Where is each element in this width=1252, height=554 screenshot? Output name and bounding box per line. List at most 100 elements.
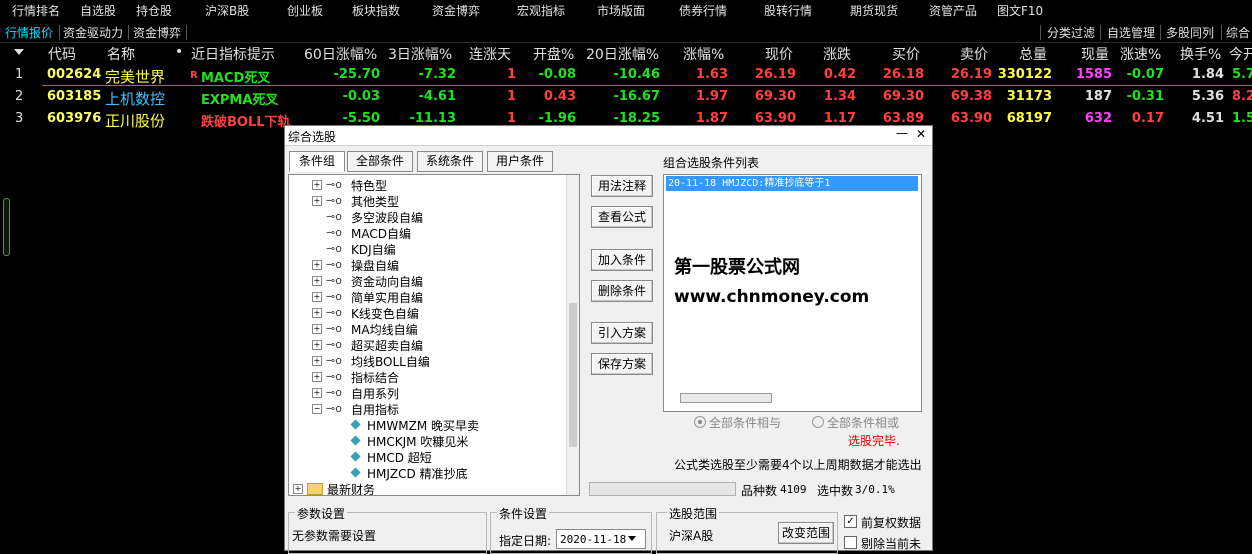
tab-fenlei-guolv[interactable]: 分类过滤: [1044, 24, 1098, 41]
menu-zijin-boyi[interactable]: 资金博弈: [432, 2, 480, 19]
count-value: 4109: [780, 483, 807, 496]
change-range-button[interactable]: 改变范围: [778, 522, 834, 544]
menu-chicanggu[interactable]: 持仓股: [136, 2, 172, 19]
menu-hushen-b[interactable]: 沪深B股: [205, 2, 249, 19]
change-value: 1.17: [823, 111, 856, 126]
usage-notes-button[interactable]: 用法注释: [591, 175, 653, 197]
menu-guzhuan-hangqing[interactable]: 股转行情: [764, 2, 812, 19]
tree-scrollbar[interactable]: [566, 175, 579, 495]
condition-tree[interactable]: + ⊸o 特色型 + ⊸o 其他类型 ⊸o 多空波段自编 ⊸o MACD自编 ⊸o KDJ自编…: [288, 174, 580, 496]
radio-and[interactable]: [694, 416, 706, 428]
tab-duogu-tonglie[interactable]: 多股同列: [1163, 24, 1217, 41]
col-price[interactable]: 现价: [765, 44, 793, 64]
menu-zhaiquan-hangqing[interactable]: 债券行情: [679, 2, 727, 19]
col-today-open[interactable]: 今开: [1229, 44, 1252, 64]
sort-dropdown-icon[interactable]: [14, 49, 24, 55]
view-formula-button[interactable]: 查看公式: [591, 206, 653, 228]
delete-condition-button[interactable]: 删除条件: [591, 280, 653, 302]
today-open-value: 5.7: [1232, 67, 1252, 82]
tab-yonghu-tiaojian[interactable]: 用户条件: [487, 151, 553, 172]
tab-zonghe[interactable]: 综合: [1223, 24, 1252, 41]
menu-chuangyeban[interactable]: 创业板: [287, 2, 323, 19]
menu-bankuai-zhishu[interactable]: 板块指数: [352, 2, 400, 19]
d60-value: -25.70: [333, 67, 380, 82]
change-pct-value: 1.97: [695, 89, 728, 104]
today-open-value: 8.2: [1232, 89, 1252, 104]
tab-tiaojianzu[interactable]: 条件组: [289, 151, 345, 172]
ask-value: 69.38: [950, 89, 992, 104]
folder-icon: [307, 483, 323, 495]
tab-hangqing-baojia[interactable]: 行情报价: [2, 24, 56, 41]
stock-name: 完美世界: [105, 68, 166, 86]
col-60d[interactable]: 60日涨幅%: [304, 44, 377, 64]
date-picker[interactable]: 2020-11-18: [556, 529, 646, 549]
col-3d[interactable]: 3日涨幅%: [388, 44, 452, 64]
price-value: 63.90: [754, 111, 796, 126]
range-title: 选股范围: [667, 505, 720, 522]
menu-tuwen-f10[interactable]: 图文F10: [997, 2, 1043, 19]
table-header: 代码 名称 • 近日指标提示 60日涨幅% 3日涨幅% 连涨天 开盘% 20日涨…: [0, 42, 1252, 64]
col-volume[interactable]: 总量: [1019, 44, 1047, 64]
col-20d[interactable]: 20日涨幅%: [586, 44, 659, 64]
save-plan-button[interactable]: 保存方案: [591, 353, 653, 375]
turnover-value: 4.51: [1191, 111, 1224, 126]
stock-code: 603185: [47, 89, 102, 104]
menu-qihuo-xianhuo[interactable]: 期货现货: [850, 2, 898, 19]
menu-zixuangu[interactable]: 自选股: [80, 2, 116, 19]
menu-hangqing-paiming[interactable]: 行情排名: [12, 2, 60, 19]
menu-ziguan-chanpin[interactable]: 资管产品: [929, 2, 977, 19]
import-plan-button[interactable]: 引入方案: [591, 322, 653, 344]
col-ask[interactable]: 卖价: [960, 44, 988, 64]
speed-value: 0.17: [1131, 111, 1164, 126]
col-open-pct[interactable]: 开盘%: [533, 44, 574, 64]
chevron-down-icon[interactable]: [628, 536, 636, 541]
watermark-cn: 第一股票公式网: [674, 257, 800, 278]
dialog-titlebar[interactable]: 综合选股 — ✕: [285, 126, 932, 146]
side-scroll-handle[interactable]: [3, 198, 10, 256]
stock-flag: R: [190, 70, 198, 81]
tab-xitong-tiaojian[interactable]: 系统条件: [417, 151, 483, 172]
close-icon[interactable]: ✕: [916, 127, 926, 141]
col-up-days[interactable]: 连涨天: [469, 44, 511, 64]
param-text: 无参数需要设置: [292, 529, 377, 543]
price-value: 26.19: [754, 67, 796, 82]
condition-list[interactable]: 20-11-18 HMJZCD:精准抄底等于1 第一股票公式网 www.chnm…: [663, 174, 922, 412]
tree-scrollbar-thumb[interactable]: [569, 303, 577, 447]
col-signal[interactable]: 近日指标提示: [191, 44, 275, 64]
tab-zijin-qudongli[interactable]: 资金驱动力: [60, 24, 126, 41]
col-change-pct[interactable]: 涨幅%: [683, 44, 724, 64]
col-change[interactable]: 涨跌: [823, 44, 851, 64]
list-hscroll-thumb[interactable]: [680, 393, 772, 403]
up-days-value: 1: [506, 67, 516, 82]
tab-divider: [186, 25, 187, 40]
table-row[interactable]: 2 603185 上机数控 EXPMA死叉 -0.03 -4.61 1 0.43…: [0, 86, 1252, 108]
col-bid[interactable]: 买价: [892, 44, 920, 64]
range-value: 沪深A股: [669, 529, 714, 543]
add-condition-button[interactable]: 加入条件: [591, 249, 653, 271]
table-row[interactable]: 1 002624 完美世界 R MACD死叉 -25.70 -7.32 1 -0…: [0, 64, 1252, 86]
col-current-vol[interactable]: 现量: [1081, 44, 1109, 64]
tab-quanbu-tiaojian[interactable]: 全部条件: [347, 151, 413, 172]
formula-icon: [350, 467, 361, 478]
col-name[interactable]: 名称: [107, 44, 135, 64]
d3-value: -11.13: [409, 111, 456, 126]
volume-value: 330122: [997, 67, 1052, 82]
radio-or[interactable]: [812, 416, 824, 428]
row-index: 3: [15, 111, 24, 126]
col-speed[interactable]: 涨速%: [1120, 44, 1161, 64]
col-code[interactable]: 代码: [48, 44, 76, 64]
menu-shichang-banmian[interactable]: 市场版面: [597, 2, 645, 19]
menu-hongguan-zhibiao[interactable]: 宏观指标: [517, 2, 565, 19]
turnover-value: 1.84: [1191, 67, 1224, 82]
speed-value: -0.07: [1126, 67, 1164, 82]
formula-icon: [350, 419, 361, 430]
checkbox-forward-adjust[interactable]: ✓: [844, 515, 857, 528]
col-turnover[interactable]: 换手%: [1180, 44, 1221, 64]
tab-zijin-boyi[interactable]: 资金博弈: [130, 24, 184, 41]
condition-list-item[interactable]: 20-11-18 HMJZCD:精准抄底等于1: [666, 176, 918, 191]
checkbox-exclude[interactable]: [844, 536, 857, 549]
tab-zixuan-guanli[interactable]: 自选管理: [1104, 24, 1158, 41]
minimize-icon[interactable]: —: [896, 126, 908, 140]
change-pct-value: 1.63: [695, 67, 728, 82]
d60-value: -0.03: [342, 89, 380, 104]
